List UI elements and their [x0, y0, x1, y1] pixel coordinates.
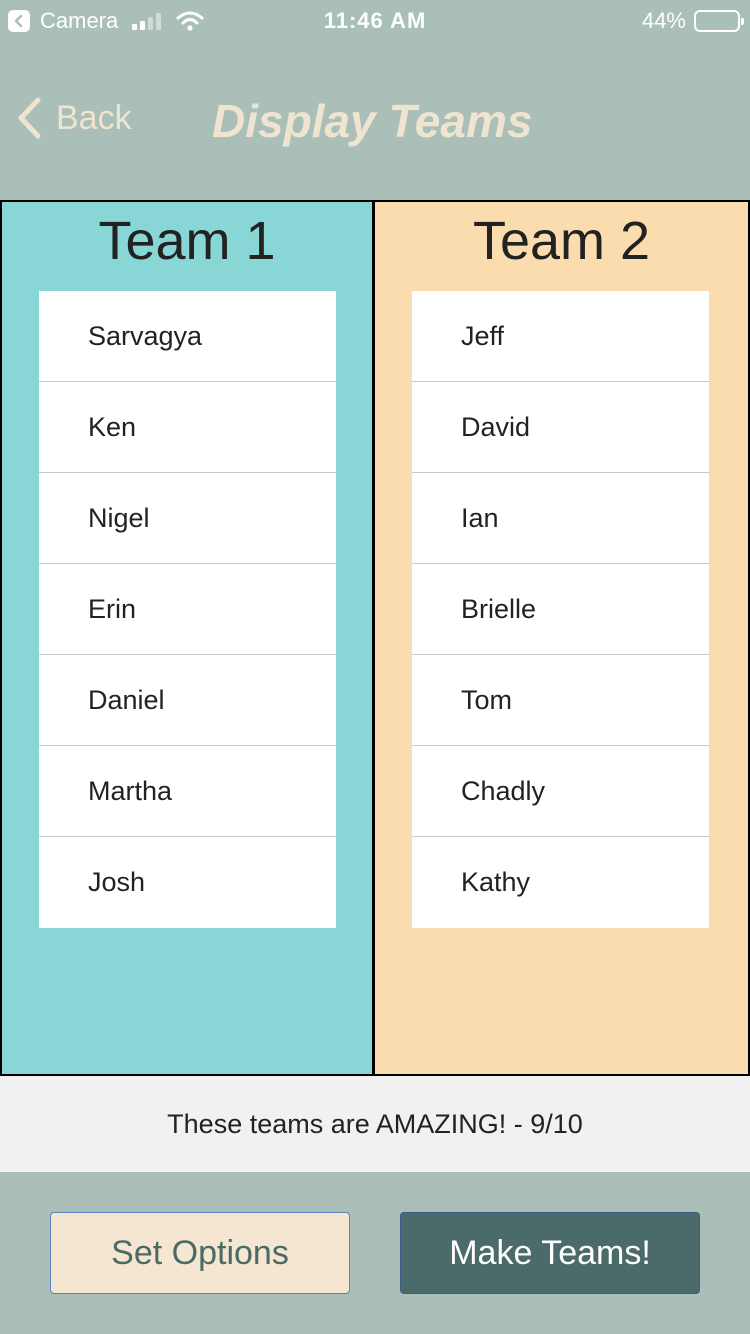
- team-title: Team 1: [98, 211, 276, 271]
- team-member[interactable]: Ken: [39, 382, 336, 473]
- team-member[interactable]: Sarvagya: [39, 291, 336, 382]
- battery-icon: [694, 10, 744, 32]
- team-member-list: Jeff David Ian Brielle Tom Chadly Kathy: [412, 291, 709, 928]
- team-member[interactable]: Chadly: [412, 746, 709, 837]
- team-member[interactable]: Martha: [39, 746, 336, 837]
- team-member[interactable]: Erin: [39, 564, 336, 655]
- team-member[interactable]: Tom: [412, 655, 709, 746]
- team-panel-1: Team 1 Sarvagya Ken Nigel Erin Daniel Ma…: [2, 202, 375, 1074]
- chevron-left-icon: [18, 97, 41, 139]
- page-title: Display Teams: [212, 95, 533, 147]
- team-member-list: Sarvagya Ken Nigel Erin Daniel Martha Jo…: [39, 291, 336, 928]
- team-member[interactable]: Jeff: [412, 291, 709, 382]
- team-member[interactable]: Kathy: [412, 837, 709, 928]
- back-button[interactable]: Back: [16, 96, 132, 140]
- rating-text: These teams are AMAZING! - 9/10: [167, 1108, 583, 1139]
- team-member[interactable]: Josh: [39, 837, 336, 928]
- team-member[interactable]: Nigel: [39, 473, 336, 564]
- make-teams-button[interactable]: Make Teams!: [400, 1212, 700, 1294]
- status-bar: Camera 11:46 AM 44%: [0, 0, 750, 40]
- team-member[interactable]: Daniel: [39, 655, 336, 746]
- team-member[interactable]: Ian: [412, 473, 709, 564]
- status-time: 11:46 AM: [323, 8, 427, 33]
- team-member[interactable]: Brielle: [412, 564, 709, 655]
- team-member[interactable]: David: [412, 382, 709, 473]
- status-right: 44%: [641, 8, 744, 34]
- back-button-label: Back: [56, 98, 132, 137]
- battery-percent: 44%: [641, 8, 686, 33]
- team-title: Team 2: [472, 211, 651, 271]
- team-panel-2: Team 2 Jeff David Ian Brielle Tom Chadly…: [375, 202, 748, 1074]
- rating-bar: These teams are AMAZING! - 9/10: [0, 1076, 750, 1172]
- teams-container: Team 1 Sarvagya Ken Nigel Erin Daniel Ma…: [0, 200, 750, 1076]
- set-options-button[interactable]: Set Options: [50, 1212, 350, 1294]
